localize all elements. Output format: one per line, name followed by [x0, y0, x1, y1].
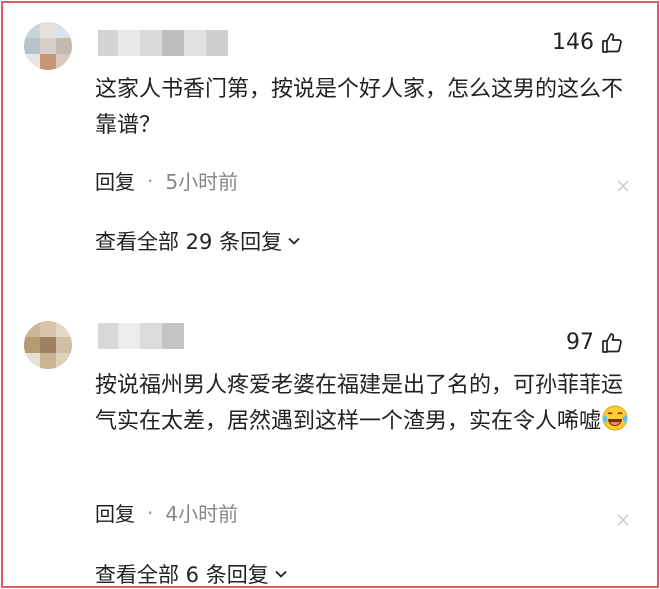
comment-meta: 回复 · 4小时前: [95, 498, 238, 527]
view-all-replies[interactable]: 查看全部 29 条回复: [95, 226, 302, 256]
reply-button[interactable]: 回复: [95, 166, 135, 195]
close-icon[interactable]: [616, 513, 630, 527]
comment-meta: 回复 · 5小时前: [95, 166, 238, 195]
chevron-down-icon: [288, 237, 300, 245]
comment-time: 5小时前: [165, 170, 239, 194]
avatar[interactable]: [24, 321, 72, 369]
thumbs-up-icon: [602, 32, 622, 53]
view-all-replies-label: 查看全部 29 条回复: [95, 230, 283, 254]
comment-time: 4小时前: [165, 502, 239, 526]
reply-button[interactable]: 回复: [95, 498, 135, 527]
like-button[interactable]: 97: [566, 330, 624, 355]
like-button[interactable]: 146: [552, 30, 624, 55]
close-icon[interactable]: [616, 179, 630, 193]
thumbs-up-icon: [602, 332, 622, 353]
separator-dot: ·: [147, 168, 154, 193]
avatar[interactable]: [24, 22, 72, 70]
comment-text: 这家人书香门第，按说是个好人家，怎么这男的这么不靠谱？: [95, 77, 624, 138]
like-count: 97: [566, 330, 594, 355]
separator-dot: ·: [147, 500, 154, 525]
comment-text: 按说福州男人疼爱老婆在福建是出了名的，可孙菲菲运气实在太差，居然遇到这样一个渣男…: [95, 368, 635, 440]
username-blurred[interactable]: [98, 30, 228, 56]
view-all-replies-label: 查看全部 6 条回复: [95, 563, 269, 587]
like-count: 146: [552, 30, 594, 55]
laughing-tears-emoji: [602, 405, 628, 431]
chevron-down-icon: [275, 570, 287, 578]
view-all-replies[interactable]: 查看全部 6 条回复: [95, 559, 289, 589]
username-blurred[interactable]: [98, 323, 184, 349]
